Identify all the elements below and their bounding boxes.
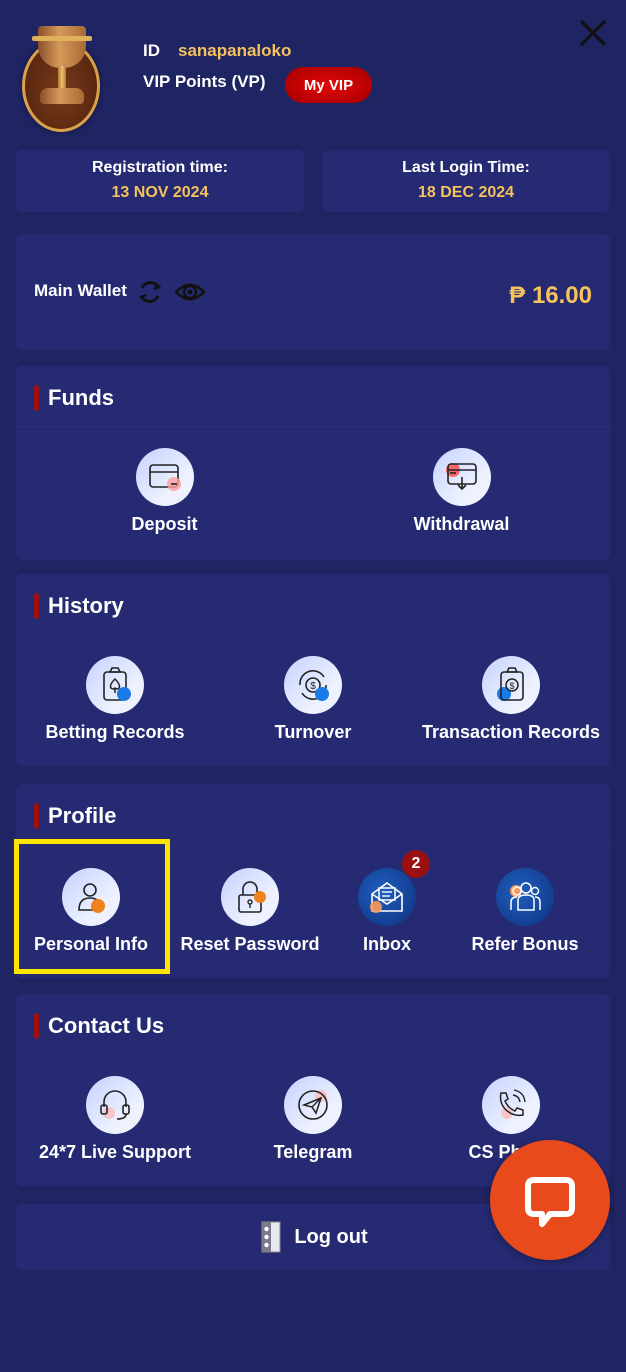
registration-time-value: 13 NOV 2024 <box>111 184 209 201</box>
divider <box>16 844 610 845</box>
inbox-unread-badge: 2 <box>402 850 430 878</box>
refresh-icon <box>138 281 162 303</box>
section-marker <box>34 385 39 411</box>
last-login-label: Last Login Time: <box>402 159 530 176</box>
contact-us-title-text: Contact Us <box>48 1013 165 1038</box>
live-support-button[interactable]: 24*7 Live Support <box>16 1076 214 1163</box>
account-menu-page: ID sanapanaloko VIP Points (VP) My VIP R… <box>0 0 626 1372</box>
personal-info-label: Personal Info <box>33 934 149 954</box>
refer-bonus-button[interactable]: Refer Bonus <box>440 868 610 955</box>
dollar-cycle-icon: $ <box>284 656 342 714</box>
profile-title-text: Profile <box>48 803 117 828</box>
contact-us-title: Contact Us <box>34 1012 164 1040</box>
deposit-card-icon <box>135 448 194 506</box>
reset-password-label: Reset Password <box>180 934 320 954</box>
live-chat-button[interactable] <box>490 1140 610 1260</box>
deposit-label: Deposit <box>131 514 198 534</box>
logout-label: Log out <box>294 1225 368 1248</box>
my-vip-button[interactable]: My VIP <box>285 67 372 103</box>
toggle-visibility-button[interactable] <box>174 278 206 311</box>
username: sanapanaloko <box>178 41 292 60</box>
telegram-label: Telegram <box>273 1142 353 1162</box>
betting-records-button[interactable]: Betting Records <box>16 656 214 743</box>
withdrawal-label: Withdrawal <box>413 514 510 534</box>
wallet-balance: ₱ 16.00 <box>509 282 592 309</box>
vip-points-label: VIP Points (VP) <box>143 72 266 91</box>
registration-time-card: Registration time: 13 NOV 2024 <box>16 150 304 212</box>
eye-icon <box>174 283 206 301</box>
deposit-button[interactable]: Deposit <box>16 448 313 535</box>
user-icon <box>62 868 120 926</box>
inbox-button[interactable]: 2 Inbox <box>334 850 440 955</box>
profile-title: Profile <box>34 802 116 830</box>
trophy-icon <box>32 26 92 68</box>
turnover-label: Turnover <box>274 722 352 742</box>
history-title-text: History <box>48 593 124 618</box>
inbox-label: Inbox <box>363 934 411 954</box>
section-marker <box>34 593 39 619</box>
history-title: History <box>34 592 124 620</box>
funds-title-text: Funds <box>48 385 114 410</box>
clipboard-dollar-icon: $ <box>482 656 540 714</box>
divider <box>16 426 610 427</box>
history-section: History Betting Records $ Turnover $ Tra… <box>16 574 610 766</box>
withdrawal-card-icon <box>432 448 491 506</box>
reset-password-button[interactable]: Reset Password <box>166 868 334 955</box>
user-id-row: ID sanapanaloko <box>143 41 291 61</box>
live-support-label: 24*7 Live Support <box>38 1142 192 1162</box>
main-wallet-label: Main Wallet <box>34 281 127 300</box>
withdrawal-button[interactable]: Withdrawal <box>313 448 610 535</box>
trophy-base <box>40 88 84 104</box>
personal-info-button[interactable]: Personal Info <box>16 868 166 955</box>
transaction-records-button[interactable]: $ Transaction Records <box>412 656 610 743</box>
id-label: ID <box>143 41 160 60</box>
last-login-card: Last Login Time: 18 DEC 2024 <box>322 150 610 212</box>
funds-title: Funds <box>34 384 114 412</box>
section-marker <box>34 1013 39 1039</box>
refer-bonus-label: Refer Bonus <box>471 934 579 954</box>
chat-bubble-icon <box>525 1177 575 1227</box>
transaction-records-label: Transaction Records <box>421 722 601 742</box>
last-login-value: 18 DEC 2024 <box>417 184 515 201</box>
logout-door-icon <box>261 1221 281 1253</box>
refresh-button[interactable] <box>136 278 164 311</box>
section-marker <box>34 803 39 829</box>
envelope-icon: 2 <box>358 850 430 926</box>
profile-section: Profile Personal Info Reset Password 2 I… <box>16 784 610 978</box>
trophy-stem <box>58 66 66 90</box>
turnover-button[interactable]: $ Turnover <box>214 656 412 743</box>
svg-text:$: $ <box>509 681 514 691</box>
close-button[interactable] <box>578 18 608 48</box>
headset-icon <box>86 1076 144 1134</box>
close-icon <box>580 20 606 46</box>
group-icon <box>496 868 554 926</box>
telegram-icon <box>284 1076 342 1134</box>
profile-header: ID sanapanaloko VIP Points (VP) My VIP <box>0 0 626 140</box>
telegram-button[interactable]: Telegram <box>214 1076 412 1163</box>
clipboard-spade-icon <box>86 656 144 714</box>
registration-time-label: Registration time: <box>91 159 228 176</box>
svg-text:$: $ <box>310 681 316 692</box>
funds-section: Funds Deposit Withdrawal <box>16 366 610 560</box>
betting-records-label: Betting Records <box>45 722 185 742</box>
padlock-icon <box>221 868 279 926</box>
phone-icon <box>482 1076 540 1134</box>
main-wallet-panel: Main Wallet ₱ 16.00 <box>16 234 610 350</box>
